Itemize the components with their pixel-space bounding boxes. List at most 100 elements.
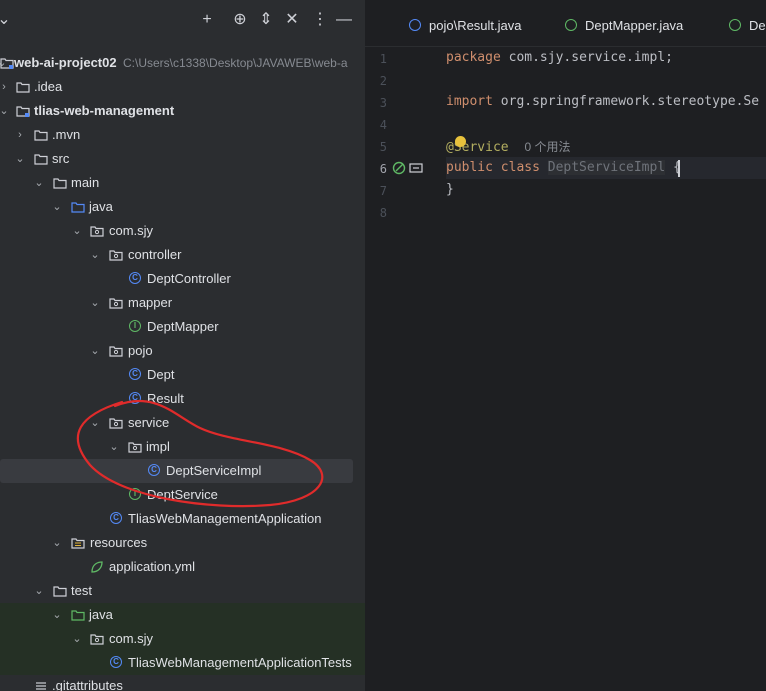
- tree-item-resources[interactable]: ⌄ resources: [0, 531, 365, 555]
- tree-item-label: application.yml: [109, 559, 195, 574]
- test-class-icon: C: [110, 656, 124, 670]
- tree-item-test[interactable]: ⌄ test: [0, 579, 365, 603]
- tree-item-web-ai-project02[interactable]: ⌄ web-ai-project02 C:\Users\c1338\Deskto…: [0, 51, 365, 75]
- folder-icon: [34, 152, 48, 166]
- collapse-all-icon[interactable]: ✕: [282, 10, 302, 30]
- chevron-down-icon[interactable]: ⌄: [89, 243, 101, 267]
- line-number: 8: [379, 206, 387, 220]
- tree-item-label: .mvn: [52, 127, 81, 142]
- chevron-down-icon[interactable]: ⌄: [51, 603, 63, 627]
- line-number: 2: [379, 74, 387, 88]
- tree-item-com-sjy[interactable]: ⌄ com.sjy: [0, 219, 365, 243]
- tree-item-test-com-sjy[interactable]: ⌄ com.sjy: [0, 627, 365, 651]
- folder-icon: [53, 584, 67, 598]
- tab-label: De: [749, 18, 766, 33]
- editor-tabs: pojo\Result.java DeptMapper.java De: [365, 0, 766, 47]
- line-number: 4: [379, 118, 387, 132]
- code-text: com.sjy.service.impl;: [500, 50, 673, 65]
- chevron-down-icon[interactable]: ⌄: [0, 99, 10, 123]
- line-number-current: 6: [379, 162, 387, 176]
- tree-item-label: controller: [128, 247, 182, 262]
- chevron-right-icon[interactable]: ›: [14, 123, 26, 147]
- module-folder-icon: [0, 56, 14, 70]
- keyword: import: [446, 94, 493, 109]
- chevron-down-icon[interactable]: ⌄: [89, 339, 101, 363]
- class-icon: C: [129, 272, 143, 286]
- tree-item-label: resources: [90, 535, 148, 550]
- tree-item-label: com.sjy: [109, 631, 154, 646]
- tree-item-label: test: [71, 583, 92, 598]
- tree-item-label: mapper: [128, 295, 173, 310]
- tree-item-label: .gitattributes: [52, 678, 123, 691]
- chevron-down-icon[interactable]: ⌄: [71, 627, 83, 651]
- more-options-icon[interactable]: ⋮: [310, 10, 330, 30]
- tree-item-deptcontroller[interactable]: C DeptController: [0, 267, 365, 291]
- chevron-down-icon[interactable]: ⌄: [14, 147, 26, 171]
- tree-item-label: pojo: [128, 343, 153, 358]
- test-source-folder-icon: [71, 608, 85, 622]
- editor-gutter: 1 2 3 4 5 6 7 8: [365, 47, 435, 691]
- usage-hint[interactable]: 0 个用法: [524, 140, 570, 154]
- chevron-down-icon[interactable]: ⌄: [71, 219, 83, 243]
- crosshair-icon[interactable]: ⊕: [230, 10, 250, 30]
- chevron-down-icon[interactable]: ⌄: [33, 579, 45, 603]
- chevron-down-icon[interactable]: ⌄: [0, 10, 14, 30]
- line-number: 5: [379, 140, 387, 154]
- code-text: org.springframework.stereotype.Se: [492, 94, 760, 109]
- spring-config-icon: [90, 560, 104, 574]
- keyword: package: [446, 50, 501, 65]
- chevron-right-icon[interactable]: ›: [0, 75, 10, 99]
- source-folder-icon: [71, 200, 85, 214]
- package-icon: [109, 248, 123, 262]
- tab-label: pojo\Result.java: [429, 18, 522, 33]
- line-number: 7: [379, 184, 387, 198]
- tree-item-label: main: [71, 175, 100, 190]
- minus-icon[interactable]: —: [334, 10, 354, 30]
- tree-item-pojo[interactable]: ⌄ pojo: [0, 339, 365, 363]
- line-number: 1: [379, 52, 387, 66]
- package-icon: [90, 632, 104, 646]
- tree-item-java[interactable]: ⌄ java: [0, 195, 365, 219]
- project-tool-window: ⌄ + ⊕ ⇕ ✕ ⋮ — ⌄ web-ai-project02 C:\User…: [0, 0, 365, 691]
- tree-item-gitattributes[interactable]: .gitattributes: [0, 677, 365, 691]
- chevron-down-icon[interactable]: ⌄: [89, 291, 101, 315]
- chevron-down-icon[interactable]: ⌄: [51, 531, 63, 555]
- line-number: 3: [379, 96, 387, 110]
- tree-item-tliaswebmanagementapplicationtests[interactable]: C TliasWebManagementApplicationTests: [0, 651, 365, 675]
- class-name: DeptServiceImpl: [547, 160, 666, 175]
- tree-item-idea[interactable]: › .idea: [0, 75, 365, 99]
- tree-item-deptmapper[interactable]: I DeptMapper: [0, 315, 365, 339]
- plus-icon[interactable]: +: [197, 10, 217, 30]
- chevron-down-icon[interactable]: ⌄: [51, 195, 63, 219]
- code-line-3: import org.springframework.stereotype.Se: [446, 94, 759, 109]
- hand-drawn-circle-annotation: [76, 400, 324, 508]
- tree-item-label: java: [89, 199, 113, 214]
- tree-item-src[interactable]: ⌄ src: [0, 147, 365, 171]
- code-line-1: package com.sjy.service.impl;: [446, 50, 673, 65]
- tab-label: DeptMapper.java: [585, 18, 684, 33]
- interface-icon: [565, 19, 577, 31]
- expand-all-icon[interactable]: ⇕: [256, 10, 276, 30]
- tree-item-mvn[interactable]: › .mvn: [0, 123, 365, 147]
- tree-item-main[interactable]: ⌄ main: [0, 171, 365, 195]
- spring-bean-gutter-icon[interactable]: [392, 161, 406, 175]
- tree-item-label: DeptController: [147, 271, 231, 286]
- editor-area: pojo\Result.java DeptMapper.java De 1 2 …: [365, 0, 766, 691]
- tree-item-controller[interactable]: ⌄ controller: [0, 243, 365, 267]
- tree-item-tlias-web-management[interactable]: ⌄ tlias-web-management: [0, 99, 365, 123]
- chevron-down-icon[interactable]: ⌄: [33, 171, 45, 195]
- folder-icon: [34, 128, 48, 142]
- tree-item-label: TliasWebManagementApplicationTests: [128, 655, 352, 670]
- keyword: public class: [446, 160, 540, 175]
- code-line-7: }: [446, 182, 454, 197]
- tree-item-mapper[interactable]: ⌄ mapper: [0, 291, 365, 315]
- tree-item-test-java[interactable]: ⌄ java: [0, 603, 365, 627]
- lightbulb-icon[interactable]: [455, 136, 466, 147]
- package-icon: [109, 296, 123, 310]
- code-line-6: public class DeptServiceImpl {: [446, 160, 681, 175]
- resources-folder-icon: [71, 536, 85, 550]
- implements-gutter-icon[interactable]: [409, 162, 423, 174]
- folder-icon: [53, 176, 67, 190]
- folder-icon: [16, 80, 30, 94]
- tree-item-application-yml[interactable]: application.yml: [0, 555, 365, 579]
